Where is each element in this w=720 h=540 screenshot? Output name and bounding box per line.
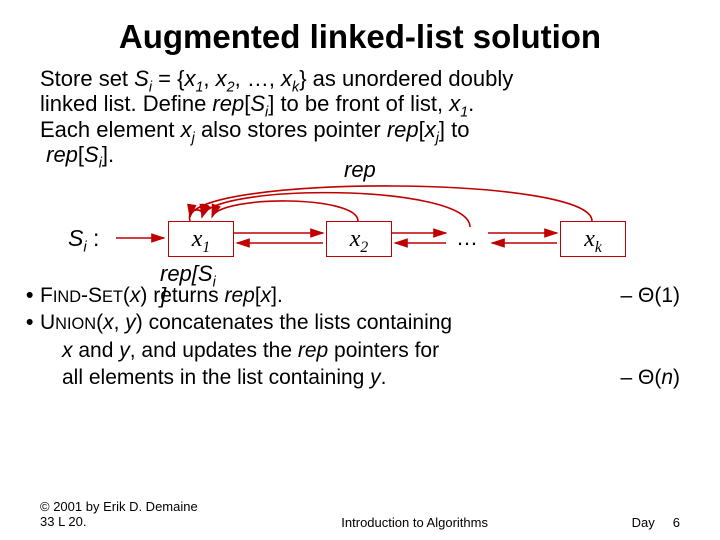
node-x2: x2 — [326, 221, 392, 257]
footer-copyright: © 2001 by Erik D. Demaine 33 L 20. — [40, 499, 198, 530]
bullet-union-line3: all elements in the list containing y. –… — [40, 365, 680, 390]
si-label: Si : — [68, 225, 99, 252]
linked-list-diagram: rep Si : x1 x2 … xk rep[Si ] — [40, 171, 680, 281]
description-paragraph: Store set Si = {x1, x2, …, xk} as unorde… — [40, 66, 680, 167]
footer: © 2001 by Erik D. Demaine 33 L 20. Intro… — [40, 499, 680, 530]
bullet-findset: • FIND-SET(x) returns rep[x]. – Θ(1) — [40, 283, 680, 308]
bullet-union: • UNION(x, y) concatenates the lists con… — [40, 310, 680, 335]
footer-page: Day 6 — [632, 515, 680, 530]
slide-title: Augmented linked-list solution — [40, 18, 680, 56]
complexity-thetan: – Θ(n) — [620, 365, 680, 390]
rep-label: rep — [344, 157, 376, 183]
node-x1: x1 — [168, 221, 234, 257]
bullet-union-line2: x and y, and updates the rep pointers fo… — [40, 338, 680, 363]
footer-title: Introduction to Algorithms — [198, 515, 632, 530]
bullet-list: • FIND-SET(x) returns rep[x]. – Θ(1) • U… — [40, 283, 680, 390]
node-xk: xk — [560, 221, 626, 257]
complexity-theta1: – Θ(1) — [620, 283, 680, 308]
ellipsis: … — [456, 225, 478, 251]
